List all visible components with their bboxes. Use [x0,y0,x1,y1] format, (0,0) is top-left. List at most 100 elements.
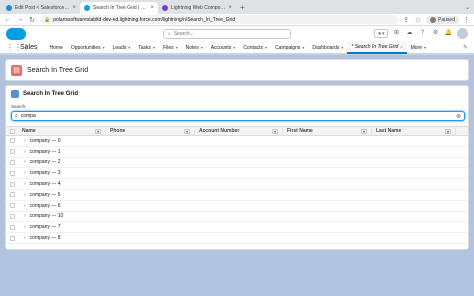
row-checkbox[interactable] [9,181,15,187]
expand-chevron-icon[interactable]: › [24,149,26,155]
close-tab-icon[interactable]: × [400,44,402,49]
favorites-icon[interactable]: ★▾ [374,29,388,38]
expand-chevron-icon[interactable]: › [24,203,26,209]
column-header[interactable]: Last Name ▾ [372,126,456,136]
expand-chevron-icon[interactable]: › [24,138,26,144]
chevron-down-icon[interactable]: ▾ [424,45,426,50]
expand-chevron-icon[interactable]: › [24,181,26,187]
grid-header-row: Name ▾ Phone ▾ Account Number ▾ First Name ▾ Las… [6,126,468,136]
expand-chevron-icon[interactable]: › [24,170,26,176]
clear-search-icon[interactable]: ⊗ [456,113,461,120]
edit-nav-pencil-icon[interactable]: ✎ [463,44,468,51]
browser-menu-icon[interactable]: ⋮ [463,16,470,24]
nav-item[interactable]: Tasks ▾ [134,41,159,54]
column-menu-chevron-icon[interactable]: ▾ [445,128,451,134]
column-header[interactable]: Phone ▾ [106,126,195,136]
table-row[interactable]: › company --- 0 [6,136,468,147]
nav-item[interactable]: * Search In Tree Grid × [347,41,407,54]
chevron-down-icon[interactable]: ▾ [201,45,203,50]
column-menu-chevron-icon[interactable]: ▾ [272,128,278,134]
share-icon[interactable]: ⇪ [402,16,410,24]
notifications-bell-icon[interactable]: 🔔 [444,29,453,38]
address-bar[interactable]: 🔒 polarissoftwareslabltd-dev-ed.lightnin… [40,15,399,24]
nav-item[interactable]: Campaigns ▾ [271,41,308,54]
card-icon [11,90,19,98]
bookmark-star-icon[interactable]: ☆ [414,16,422,24]
chevron-down-icon[interactable]: ▾ [153,45,155,50]
lock-icon: 🔒 [44,16,51,23]
nav-item[interactable]: Home [46,41,67,54]
browser-tab[interactable]: Edit Post < Salesforce Diaries× [2,2,80,14]
setup-gear-icon[interactable]: ⚙ [431,29,440,38]
row-checkbox-cell [6,146,18,157]
table-row[interactable]: › company --- 2 [6,158,468,169]
column-header[interactable]: Name ▾ [18,126,106,136]
nav-item[interactable]: Notes ▾ [182,41,207,54]
row-checkbox[interactable] [9,235,15,241]
close-tab-icon[interactable]: × [228,5,232,11]
select-all-checkbox[interactable] [9,128,15,134]
row-checkbox[interactable] [9,203,15,209]
nav-item[interactable]: Opportunities ▾ [67,41,109,54]
global-search-input[interactable]: ⌕ Search... [163,29,291,39]
row-checkbox[interactable] [9,170,15,176]
table-row[interactable]: › company --- 5 [6,190,468,201]
row-checkbox[interactable] [9,213,15,219]
table-row[interactable]: › company --- 6 [6,201,468,212]
back-icon[interactable]: ← [4,16,12,23]
table-row[interactable]: › company --- 4 [6,179,468,190]
table-row[interactable]: › company --- 3 [6,168,468,180]
app-launcher-icon[interactable]: ⋮⋮⋮ [6,43,30,52]
table-row[interactable]: › company --- 7 [6,222,468,234]
table-row[interactable]: › company --- 10 [6,212,468,223]
browser-tab[interactable]: Search In Tree Grid | Salesforce× [80,2,158,14]
browser-tab[interactable]: Lightning Web Component A× [158,2,236,14]
column-menu-chevron-icon[interactable]: ▾ [184,128,190,134]
column-header[interactable]: Account Number ▾ [195,126,283,136]
close-tab-icon[interactable]: × [150,5,154,11]
nav-item[interactable]: Leads ▾ [109,41,135,54]
trailhead-icon[interactable]: ☁ [405,29,414,38]
profile-button[interactable]: Paused [426,15,459,24]
nav-item[interactable]: Contacts ▾ [239,41,271,54]
column-menu-chevron-icon[interactable]: ▾ [95,128,101,134]
name-cell: › company --- 3 [18,170,61,176]
nav-item[interactable]: Dashboards ▾ [308,41,347,54]
chevron-down-icon[interactable]: ▾ [128,45,130,50]
row-checkbox-cell [6,189,18,200]
chevron-down-icon[interactable]: ▾ [103,45,105,50]
table-row[interactable]: › company --- 1 [6,147,468,158]
column-header[interactable]: First Name ▾ [283,126,372,136]
tab-search-chevron-icon[interactable]: ⌄ [465,2,470,14]
help-icon[interactable]: ? [418,29,427,38]
global-actions-icon[interactable]: ⊞ [392,29,401,38]
chevron-down-icon[interactable]: ▾ [341,45,343,50]
nav-item[interactable]: Accounts ▾ [207,41,240,54]
table-row[interactable]: › company --- 8 [6,233,468,244]
nav-item[interactable]: Files ▾ [159,41,182,54]
close-tab-icon[interactable]: × [72,5,76,11]
chevron-down-icon[interactable]: ▾ [233,45,235,50]
row-checkbox[interactable] [9,192,15,198]
row-checkbox[interactable] [9,159,15,165]
new-tab-icon[interactable]: + [236,2,249,14]
reload-icon[interactable]: ↻ [28,16,36,24]
row-checkbox[interactable] [9,149,15,155]
expand-chevron-icon[interactable]: › [24,159,26,165]
user-avatar[interactable] [457,28,468,39]
tree-search-input[interactable]: ⌕ compa ⊗ [11,111,465,121]
forward-icon[interactable]: → [16,16,24,23]
expand-chevron-icon[interactable]: › [24,224,26,230]
row-checkbox[interactable] [9,224,15,230]
chevron-down-icon[interactable]: ▾ [302,45,304,50]
expand-chevron-icon[interactable]: › [24,192,26,198]
page-title: Search In Tree Grid [27,66,89,74]
salesforce-logo[interactable] [6,28,26,40]
nav-item[interactable]: More ▾ [407,41,430,54]
column-menu-chevron-icon[interactable]: ▾ [361,128,367,134]
expand-chevron-icon[interactable]: › [24,235,26,241]
expand-chevron-icon[interactable]: › [24,213,26,219]
row-checkbox[interactable] [9,138,15,144]
chevron-down-icon[interactable]: ▾ [265,45,267,50]
chevron-down-icon[interactable]: ▾ [176,45,178,50]
